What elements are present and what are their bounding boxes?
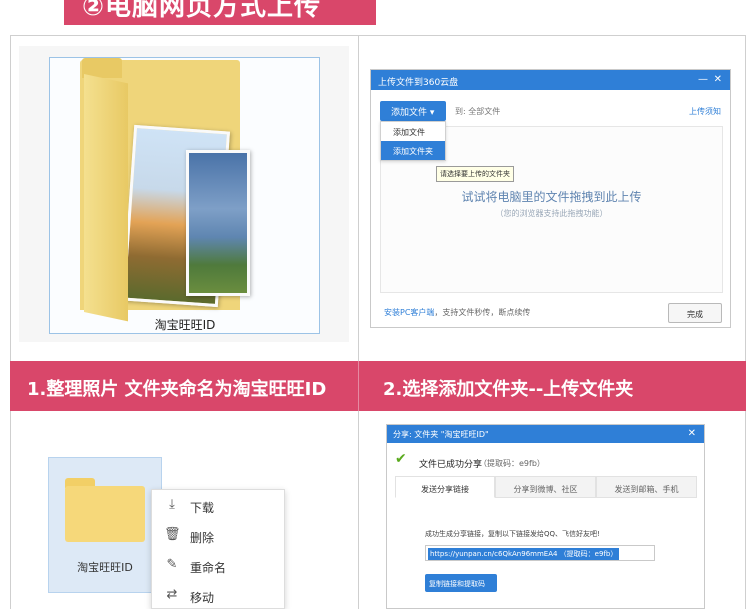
extract-code: （提取码：e9fb）: [479, 459, 545, 468]
footer: 安装PC客户端，支持文件秒传，断点续传: [384, 307, 530, 318]
caption-bar: 1.整理照片 文件夹命名为淘宝旺旺ID 2.选择添加文件夹--上传文件夹: [10, 361, 746, 411]
folder-icon: [65, 486, 145, 542]
drop-hint: 试试将电脑里的文件拖拽到此上传: [461, 190, 642, 204]
context-item-move[interactable]: ⇄ 移动: [152, 580, 284, 609]
copy-link-button[interactable]: 复制链接和提取码: [425, 574, 497, 592]
caption-divider: [358, 361, 359, 411]
add-file-dropdown-button[interactable]: 添加文件 ▾: [380, 101, 446, 121]
dialog-title: 上传文件到360云盘: [378, 78, 459, 88]
share-description: 成功生成分享链接，复制以下链接发给QQ、飞信好友吧!: [425, 530, 600, 538]
dialog-titlebar: 上传文件到360云盘 — ✕: [371, 70, 730, 90]
menu-item-add-file[interactable]: 添加文件: [381, 122, 445, 141]
add-menu: 添加文件 添加文件夹: [380, 121, 446, 161]
done-button[interactable]: 完成: [668, 303, 722, 323]
folder-name-label: 淘宝旺旺ID: [154, 318, 216, 332]
context-menu: ⤓ 下载 🗑 删除 ✎ 重命名 ⇄ 移动: [151, 489, 285, 609]
move-icon: ⇄: [166, 587, 178, 602]
step2-caption: 2.选择添加文件夹--上传文件夹: [383, 379, 634, 400]
context-item-label: 移动: [190, 591, 215, 605]
share-title: 分享: 文件夹 "淘宝旺旺ID": [393, 430, 489, 439]
header-title: ②电脑网页方式上传: [82, 0, 322, 22]
minimize-icon[interactable]: —: [698, 74, 708, 85]
menu-item-add-folder[interactable]: 添加文件夹: [381, 141, 445, 160]
step1-caption: 1.整理照片 文件夹命名为淘宝旺旺ID: [27, 379, 327, 400]
share-success-text: 文件已成功分享: [419, 460, 483, 470]
share-link-field[interactable]: https://yunpan.cn/c6QkAn96mmEA4 （提取码：e9f…: [425, 545, 655, 561]
context-item-download[interactable]: ⤓ 下载: [152, 490, 284, 520]
upload-notice-link[interactable]: 上传须知: [689, 106, 721, 117]
close-icon[interactable]: ✕: [688, 428, 696, 439]
trash-icon: 🗑: [164, 527, 181, 542]
context-item-label: 重命名: [190, 561, 227, 575]
tab-send-link[interactable]: 发送分享链接: [395, 476, 495, 498]
photo-thumbnail: [186, 150, 250, 296]
context-item-delete[interactable]: 🗑 删除: [152, 520, 284, 550]
folder-name-label: 淘宝旺旺ID: [77, 561, 133, 574]
drop-subhint: （您的浏览器支持此拖拽功能）: [495, 209, 608, 218]
tab-send-email[interactable]: 发送到邮箱、手机: [596, 476, 697, 498]
close-icon[interactable]: ✕: [714, 74, 722, 85]
install-client-link[interactable]: 安装PC客户端: [384, 308, 434, 317]
context-item-label: 删除: [190, 531, 215, 545]
folder-front-flap: [84, 74, 128, 322]
footer-note: ，支持文件秒传，断点续传: [434, 308, 531, 317]
tab-share-weibo[interactable]: 分享到微博、社区: [495, 476, 596, 498]
context-item-rename[interactable]: ✎ 重命名: [152, 550, 284, 580]
header-banner: ②电脑网页方式上传: [64, 0, 376, 25]
tutorial-page: ②电脑网页方式上传 淘宝旺旺ID 上传文件到360云盘 — ✕ 添加文件 ▾ 到…: [0, 0, 750, 609]
download-icon: ⤓: [169, 497, 175, 512]
destination-label: 到: 全部文件: [455, 107, 501, 116]
share-link-text: https://yunpan.cn/c6QkAn96mmEA4 （提取码：e9f…: [428, 548, 620, 560]
edit-icon: ✎: [166, 557, 178, 572]
share-titlebar: 分享: 文件夹 "淘宝旺旺ID" ✕: [387, 425, 704, 443]
folder-tooltip: 请选择要上传的文件夹: [436, 166, 514, 182]
upload-dialog: 上传文件到360云盘 — ✕ 添加文件 ▾ 到: 全部文件 上传须知 添加文件 …: [370, 69, 731, 328]
context-item-label: 下载: [190, 501, 215, 515]
checkmark-icon: ✔: [395, 451, 407, 467]
share-tabs: 发送分享链接 分享到微博、社区 发送到邮箱、手机: [395, 476, 697, 498]
share-dialog: 分享: 文件夹 "淘宝旺旺ID" ✕ ✔ 文件已成功分享 （提取码：e9fb） …: [386, 424, 705, 609]
